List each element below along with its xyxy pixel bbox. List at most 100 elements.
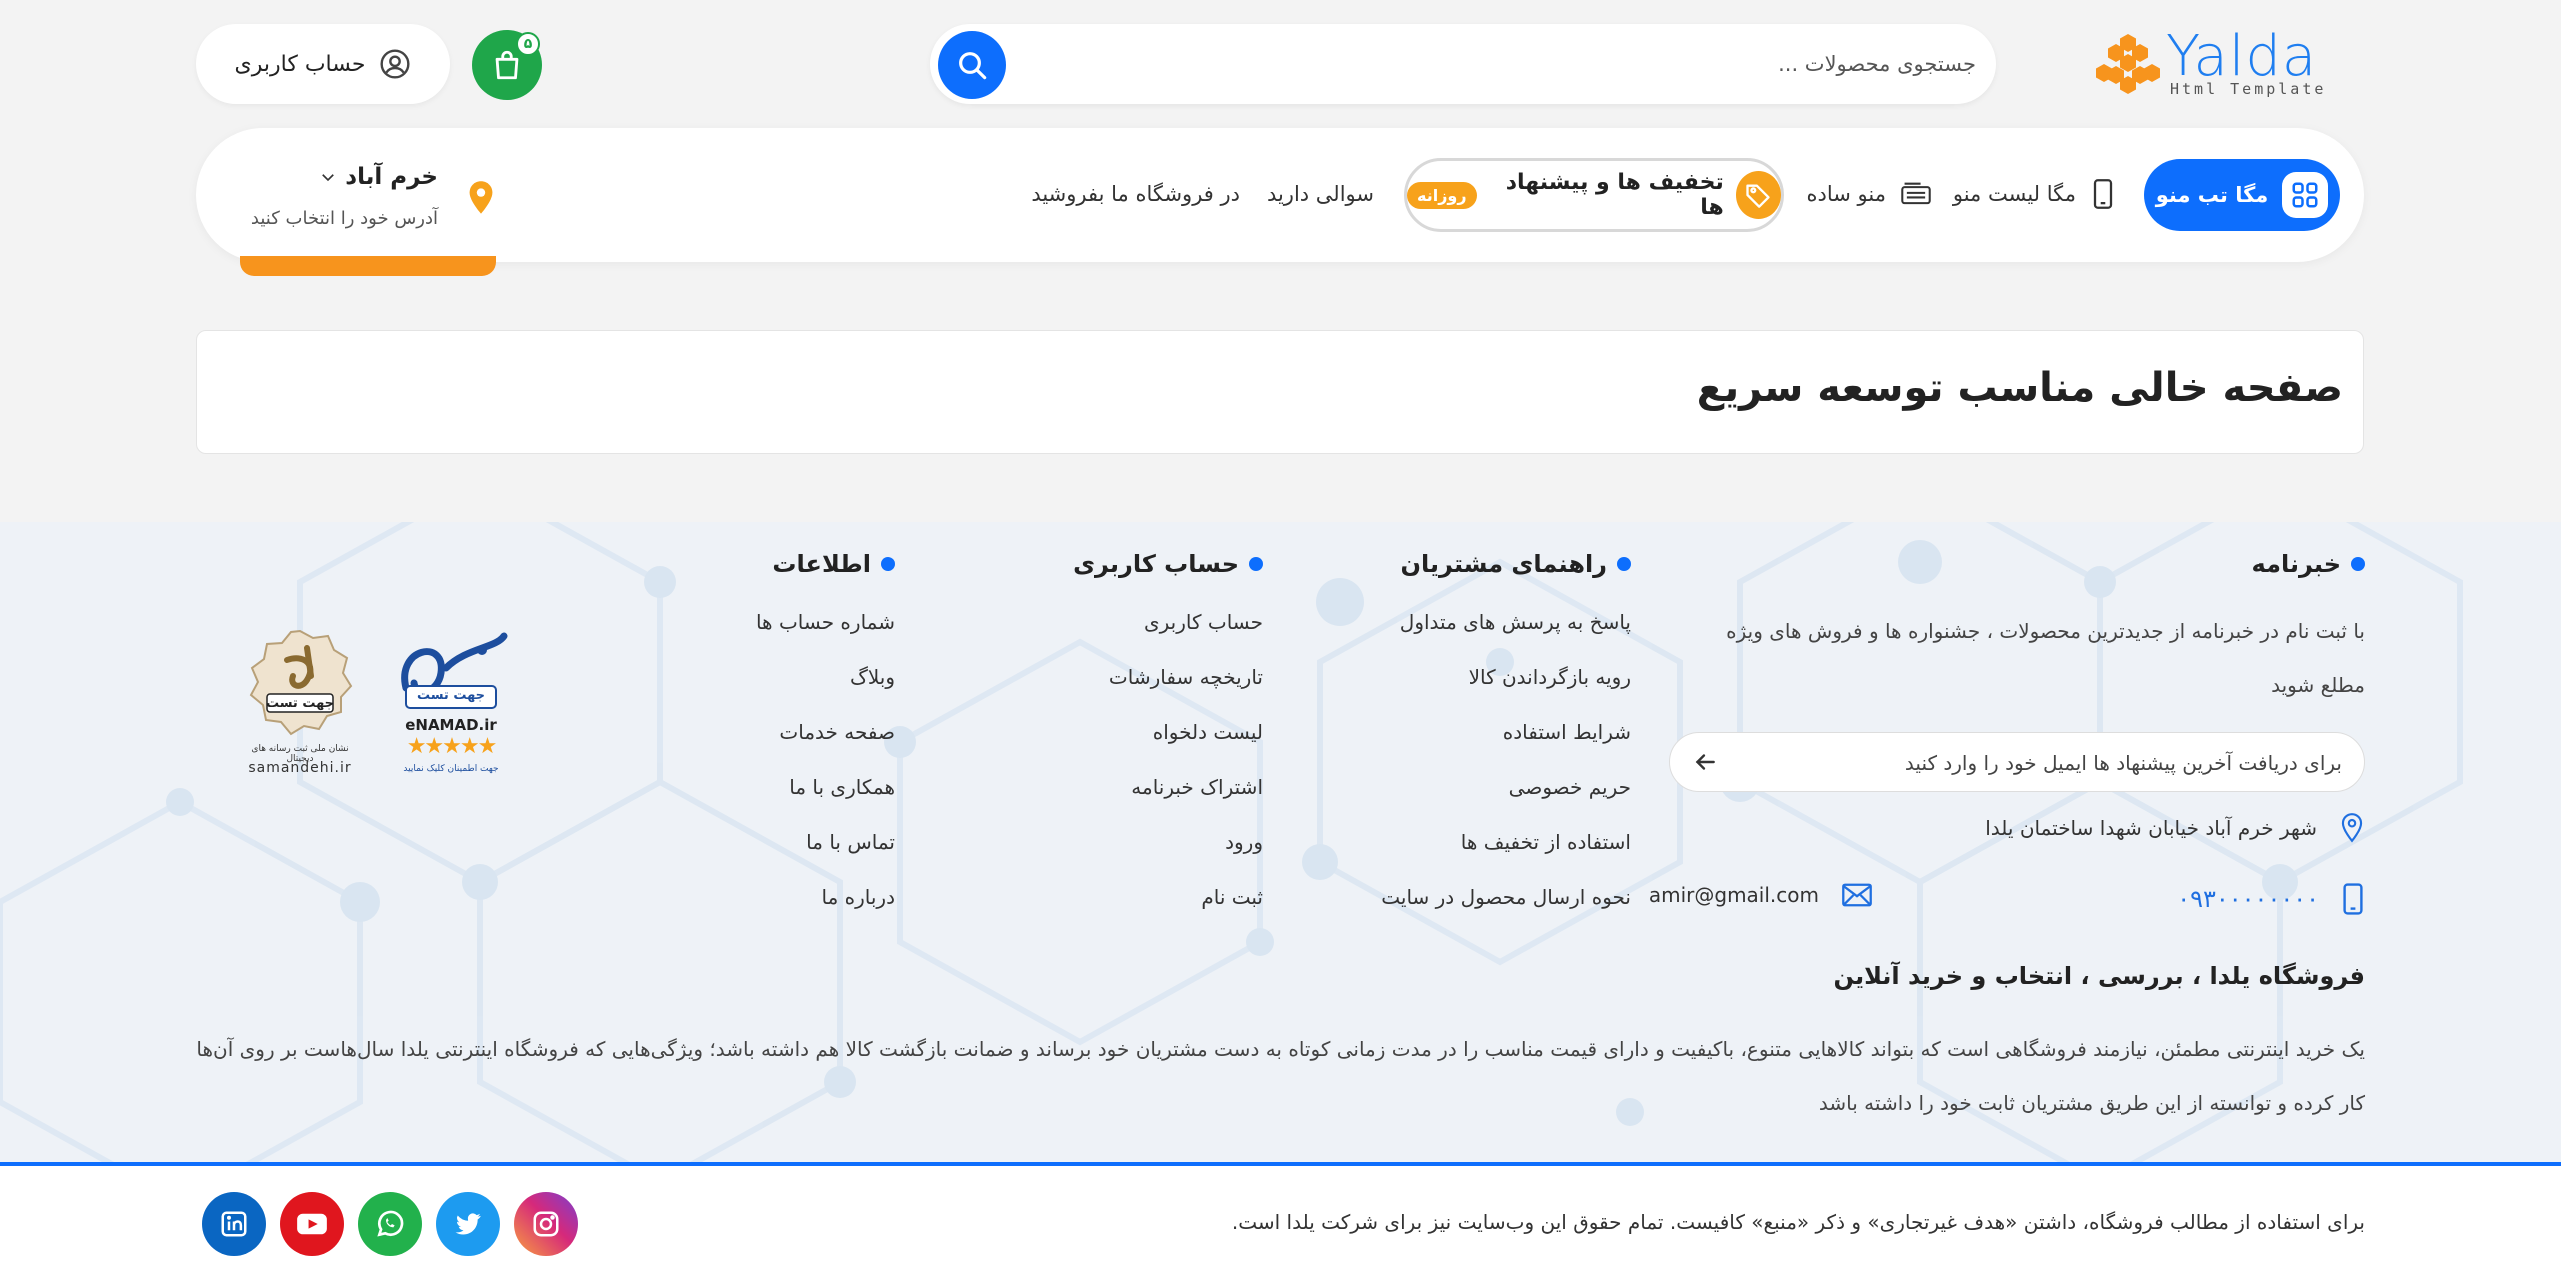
footer-link-wishlist[interactable]: لیست دلخواه bbox=[1153, 720, 1263, 744]
footer-link-register[interactable]: ثبت نام bbox=[1201, 885, 1263, 909]
footer-link-returns[interactable]: رویه بازگرداندن کالا bbox=[1469, 665, 1631, 689]
main-nav: مگا تب منو مگا لیست منو منو ساده تخفیف ه… bbox=[196, 128, 2364, 262]
search-bar bbox=[930, 24, 1996, 104]
youtube-icon bbox=[297, 1213, 327, 1235]
phone-number: ۰۹۳۰۰۰۰۰۰۰۰ bbox=[2177, 885, 2319, 913]
footer-link-contact[interactable]: تماس با ما bbox=[806, 830, 895, 854]
copyright-text: برای استفاده از مطالب فروشگاه، داشتن «هد… bbox=[1231, 1210, 2365, 1234]
social-linkedin-button[interactable] bbox=[202, 1192, 266, 1256]
footer-link-orders[interactable]: تاریخچه سفارشات bbox=[1109, 665, 1263, 689]
nav-sell-link[interactable]: در فروشگاه ما بفروشید bbox=[1031, 172, 1240, 216]
newsletter-form bbox=[1669, 732, 2365, 792]
envelope-icon bbox=[1842, 883, 1872, 907]
user-account-title-text: حساب کاربری bbox=[1073, 550, 1239, 578]
nav-deals-button[interactable]: تخفیف ها و پیشنهاد ها روزانه bbox=[1404, 158, 1784, 232]
bullet-dot bbox=[2351, 557, 2365, 571]
nav-question-link[interactable]: سوالی دارید bbox=[1267, 172, 1374, 216]
page-title-card: صفحه خالی مناسب توسعه سریع bbox=[196, 330, 2364, 454]
enamad-top-label: جهت تست bbox=[416, 688, 486, 703]
instagram-icon bbox=[533, 1211, 559, 1237]
footer-link-discounts[interactable]: استفاده از تخفیف ها bbox=[1461, 830, 1631, 854]
enamad-name: eNAMAD.ir bbox=[405, 716, 497, 734]
orange-accent-strip bbox=[240, 256, 496, 276]
nav-mega-tab-menu[interactable]: مگا تب منو bbox=[2144, 159, 2340, 231]
mobile-icon bbox=[2093, 179, 2113, 209]
social-whatsapp-button[interactable] bbox=[358, 1192, 422, 1256]
footer-link-about[interactable]: درباره ما bbox=[821, 885, 895, 909]
nav-question-label: سوالی دارید bbox=[1266, 182, 1374, 206]
enamad-logo-icon bbox=[401, 632, 508, 709]
footer-link-shipping[interactable]: نحوه ارسال محصول در سایت bbox=[1381, 885, 1631, 909]
location-city: خرم آباد bbox=[319, 164, 438, 190]
footer-link-cooperation[interactable]: همکاری با ما bbox=[789, 775, 895, 799]
nav-sell-label: در فروشگاه ما بفروشید bbox=[1031, 182, 1240, 206]
newsletter-email-input[interactable] bbox=[1782, 745, 2342, 781]
footer-link-services[interactable]: صفحه خدمات bbox=[779, 720, 895, 744]
nav-mega-tab-label: مگا تب منو bbox=[2155, 183, 2269, 207]
page-title: صفحه خالی مناسب توسعه سریع bbox=[1696, 365, 2343, 411]
user-account-title: حساب کاربری bbox=[1073, 550, 1263, 578]
bullet-dot bbox=[881, 557, 895, 571]
location-pin-icon bbox=[469, 181, 493, 214]
address-row: شهر خرم آباد خیابان شهدا ساختمان یلدا bbox=[1985, 812, 2365, 844]
footer-link-account[interactable]: حساب کاربری bbox=[1144, 610, 1263, 634]
nav-simple-menu[interactable]: منو ساده bbox=[1807, 172, 1932, 216]
footer-link-bank-accounts[interactable]: شماره حساب ها bbox=[756, 610, 895, 634]
social-youtube-button[interactable] bbox=[280, 1192, 344, 1256]
account-label: حساب کاربری bbox=[234, 51, 366, 77]
footer-link-faq[interactable]: پاسخ به پرسش های متداول bbox=[1400, 610, 1631, 634]
trust-badges: جهت تست eNAMAD.ir ★★★★★ جهت اطمینان کلیک… bbox=[240, 622, 530, 792]
location-selector[interactable]: خرم آباد آدرس خود را انتخاب کنید bbox=[251, 158, 496, 238]
phone-row[interactable]: ۰۹۳۰۰۰۰۰۰۰۰ bbox=[2177, 882, 2365, 916]
location-pin-icon bbox=[2341, 813, 2363, 843]
whatsapp-icon bbox=[377, 1210, 404, 1237]
hexagon-logo-icon bbox=[2096, 34, 2160, 94]
enamad-stars-icon: ★★★★★ bbox=[406, 734, 498, 759]
arrow-left-icon[interactable] bbox=[1692, 749, 1718, 775]
samandehi-seal-icon bbox=[249, 629, 353, 736]
bullet-dot bbox=[1249, 557, 1263, 571]
bottom-bar: برای استفاده از مطالب فروشگاه، داشتن «هد… bbox=[0, 1162, 2561, 1278]
samandehi-name: samandehi.ir bbox=[248, 760, 352, 776]
search-icon bbox=[959, 52, 987, 80]
mobile-icon bbox=[2343, 883, 2363, 915]
email-row[interactable]: amir@gmail.com bbox=[1649, 882, 1873, 908]
search-button[interactable] bbox=[938, 31, 1006, 99]
cart-count-badge: ۵ bbox=[516, 32, 540, 56]
newsletter-description: با ثبت نام در خبرنامه از جدیدترین محصولا… bbox=[1726, 619, 2365, 697]
footer-link-login[interactable]: ورود bbox=[1225, 830, 1263, 854]
user-circle-icon bbox=[380, 49, 411, 79]
social-links bbox=[202, 1192, 578, 1256]
customer-guide-title-text: راهنمای مشتریان bbox=[1400, 550, 1607, 578]
samandehi-badge[interactable]: جهت تست نشان ملی ثبت رسانه های دیجیتال s… bbox=[240, 628, 360, 784]
footer: خبرنامه با ثبت نام در خبرنامه از جدیدتری… bbox=[0, 522, 2561, 1164]
footer-link-privacy[interactable]: حریم خصوصی bbox=[1509, 775, 1631, 799]
footer-link-terms[interactable]: شرایط استفاده bbox=[1503, 720, 1631, 744]
newsletter-title-text: خبرنامه bbox=[2251, 550, 2341, 578]
info-title: اطلاعات bbox=[772, 550, 895, 578]
nav-mega-list-menu[interactable]: مگا لیست منو bbox=[1953, 172, 2116, 216]
footer-link-blog[interactable]: وبلاگ bbox=[850, 665, 895, 689]
cart-button[interactable]: ۵ bbox=[472, 30, 542, 100]
social-instagram-button[interactable] bbox=[514, 1192, 578, 1256]
daily-badge: روزانه bbox=[1407, 181, 1477, 209]
samandehi-label: جهت تست bbox=[265, 696, 335, 711]
nav-mega-list-label: مگا لیست منو bbox=[1952, 182, 2076, 206]
social-twitter-button[interactable] bbox=[436, 1192, 500, 1256]
shopping-bag-icon bbox=[495, 50, 519, 80]
footer-link-newsletter[interactable]: اشتراک خبرنامه bbox=[1131, 775, 1263, 799]
account-button[interactable]: حساب کاربری bbox=[196, 24, 450, 104]
nav-deals-label: تخفیف ها و پیشنهاد ها bbox=[1505, 170, 1724, 220]
info-title-text: اطلاعات bbox=[772, 550, 871, 578]
logo-subtitle: Html Template bbox=[2170, 80, 2327, 98]
logo[interactable]: Yalda Html Template bbox=[2096, 24, 2356, 102]
tag-icon bbox=[1735, 171, 1781, 219]
store-description: یک خرید اینترنتی مطمئن، نیازمند فروشگاهی… bbox=[196, 1037, 2365, 1115]
search-input[interactable] bbox=[1076, 38, 1976, 90]
email-text: amir@gmail.com bbox=[1648, 883, 1819, 907]
enamad-caption: جهت اطمینان کلیک نمایید bbox=[403, 764, 499, 774]
grid-icon bbox=[2282, 172, 2329, 218]
enamad-badge[interactable]: جهت تست eNAMAD.ir ★★★★★ جهت اطمینان کلیک… bbox=[386, 628, 516, 784]
bullet-dot bbox=[1617, 557, 1631, 571]
location-hint: آدرس خود را انتخاب کنید bbox=[250, 208, 438, 229]
